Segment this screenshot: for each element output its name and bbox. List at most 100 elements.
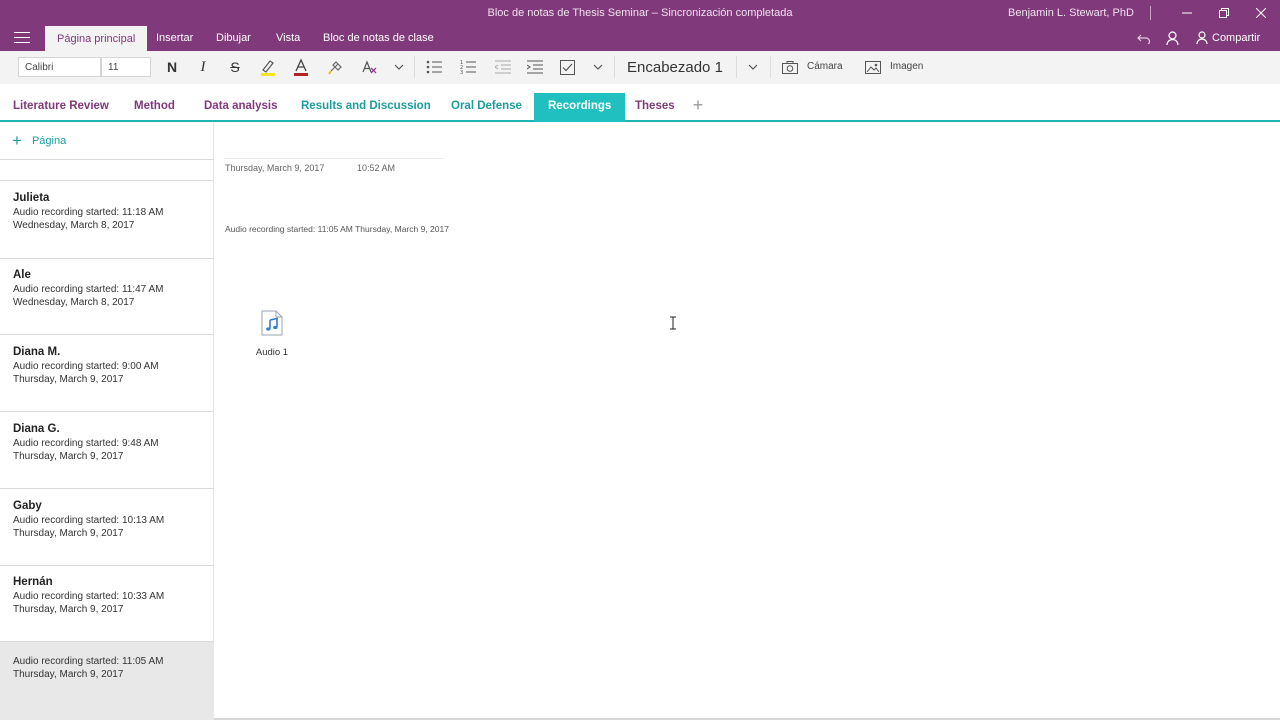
close-icon[interactable] [1250,4,1272,22]
onenote-window: Bloc de notas de Thesis Seminar – Sincro… [0,0,1280,720]
svg-text:3: 3 [460,70,463,74]
page-item-gaby[interactable]: Gaby Audio recording started: 10:13 AM T… [0,500,214,566]
clear-formatting-icon[interactable] [360,58,378,76]
page-item-diana-m[interactable]: Diana M. Audio recording started: 9:00 A… [0,346,214,412]
title-bar: Bloc de notas de Thesis Seminar – Sincro… [0,0,1280,51]
recording-started-note[interactable]: Audio recording started: 11:05 AM Thursd… [225,224,449,234]
more-formatting-chevron-icon[interactable] [392,58,406,76]
page-list-divider [0,334,214,335]
text-cursor-icon [670,316,676,330]
section-tab-data-analysis[interactable]: Data analysis [204,100,278,112]
page-recording-time: Audio recording started: 11:47 AM [13,284,164,295]
page-list-divider [0,488,214,489]
section-tabs: Literature Review Method Data analysis R… [0,84,1280,122]
page-date: Thursday, March 9, 2017 [13,604,124,615]
page-date: Thursday, March 9, 2017 [13,528,124,539]
page-title: Diana G. [13,423,60,435]
page-date: Wednesday, March 8, 2017 [13,220,135,231]
style-selector[interactable]: Encabezado 1 [627,59,723,76]
section-tab-recordings[interactable]: Recordings [534,93,626,122]
page-created-time: 10:52 AM [357,163,396,173]
ribbon-tab-class-notebook[interactable]: Bloc de notas de clase [323,32,434,44]
undo-icon[interactable] [1137,30,1151,46]
toolbar-divider [736,56,737,78]
numbering-icon[interactable]: 123 [459,58,477,76]
note-canvas[interactable]: Thursday, March 9, 2017 10:52 AM Audio r… [214,122,1280,720]
increase-indent-icon[interactable] [526,58,544,76]
ribbon-tab-home[interactable]: Página principal [45,26,148,51]
page-title: Diana M. [13,346,61,358]
title-separator [1150,6,1151,20]
add-page-plus-icon: + [12,131,22,150]
page-title: Ale [13,269,31,281]
page-recording-time: Audio recording started: 9:00 AM [13,361,159,372]
section-tab-literature-review[interactable]: Literature Review [13,100,109,112]
camera-icon[interactable] [781,58,799,76]
page-date: Thursday, March 9, 2017 [13,374,124,385]
page-created-date: Thursday, March 9, 2017 [225,163,325,173]
minimize-icon[interactable] [1176,4,1198,22]
page-list-divider [0,258,214,259]
add-page-button[interactable]: + Página [12,131,67,150]
page-item-ale[interactable]: Ale Audio recording started: 11:47 AM We… [0,269,214,335]
page-recording-time: Audio recording started: 10:33 AM [13,591,165,602]
share-person-icon [1196,31,1208,44]
ribbon-tab-draw[interactable]: Dibujar [216,32,251,44]
format-painter-icon[interactable] [327,58,345,76]
page-list-divider [0,180,214,181]
share-label: Compartir [1212,31,1261,44]
section-tab-theses[interactable]: Theses [635,100,675,112]
section-tab-results-and-discussion[interactable]: Results and Discussion [301,100,431,112]
restore-icon[interactable] [1213,4,1235,22]
section-tab-method[interactable]: Method [134,100,175,112]
font-size-field[interactable]: 11 [101,57,151,77]
toolbar-divider [614,56,615,78]
styles-chevron-icon[interactable] [746,58,760,76]
formatting-toolbar: Calibri 11 N I S 123 Encabezado 1 Cámara… [0,51,1280,84]
audio-file-icon [261,310,283,336]
share-button[interactable]: Compartir [1196,31,1260,44]
add-page-label: Página [31,135,67,147]
audio-attachment[interactable]: Audio 1 [250,310,294,358]
decrease-indent-icon[interactable] [494,58,512,76]
add-section-icon[interactable]: + [690,96,706,114]
page-recording-time: Audio recording started: 11:05 AM [13,656,164,667]
audio-label: Audio 1 [255,347,289,358]
title-underline [224,158,444,159]
highlight-icon[interactable] [259,58,277,76]
todo-checkbox-icon[interactable] [558,58,576,76]
toolbar-divider [414,56,415,78]
page-recording-time: Audio recording started: 11:18 AM [13,207,164,218]
more-lists-chevron-icon[interactable] [591,58,605,76]
page-recording-time: Audio recording started: 9:48 AM [13,438,159,449]
person-icon[interactable] [1166,30,1179,46]
page-list-divider [0,411,214,412]
page-list: + Página Julieta Audio recording started… [0,122,214,720]
page-date: Thursday, March 9, 2017 [13,669,124,680]
ribbon-tab-insert[interactable]: Insertar [156,32,193,44]
section-tab-oral-defense[interactable]: Oral Defense [451,100,522,112]
navigation-menu-icon[interactable] [14,32,30,44]
page-recording-time: Audio recording started: 10:13 AM [13,515,165,526]
page-title: Hernán [13,576,53,588]
strikethrough-button[interactable]: S [227,58,243,76]
page-date: Thursday, March 9, 2017 [13,451,124,462]
page-list-divider [0,565,214,566]
camera-button[interactable]: Cámara [807,61,843,72]
image-icon[interactable] [864,58,882,76]
bullets-icon[interactable] [425,58,443,76]
italic-button[interactable]: I [195,58,211,76]
toolbar-divider [770,56,771,78]
bold-button[interactable]: N [163,58,181,76]
image-button[interactable]: Imagen [890,61,923,72]
page-title: Julieta [13,192,50,204]
font-name-field[interactable]: Calibri [18,57,101,77]
font-color-icon[interactable] [292,58,310,76]
page-item-selected[interactable]: Audio recording started: 11:05 AM Thursd… [0,642,214,720]
page-item-hernan[interactable]: Hernán Audio recording started: 10:33 AM… [0,576,214,642]
page-item-julieta[interactable]: Julieta Audio recording started: 11:18 A… [0,192,214,258]
user-name[interactable]: Benjamin L. Stewart, PhD [1008,7,1134,19]
page-title: Gaby [13,500,42,512]
page-item-diana-g[interactable]: Diana G. Audio recording started: 9:48 A… [0,423,214,489]
ribbon-tab-view[interactable]: Vista [276,32,300,44]
